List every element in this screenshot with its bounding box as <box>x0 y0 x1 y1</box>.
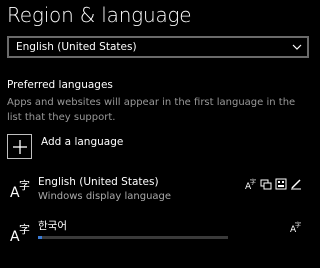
country-region-dropdown[interactable]: English (United States) <box>7 36 309 58</box>
svg-text:字: 字 <box>19 222 30 236</box>
preferred-languages-description: Apps and websites will appear in the fir… <box>7 97 296 123</box>
language-icon: A 字 <box>10 222 30 243</box>
text-to-speech-icon: A 字 <box>290 218 302 235</box>
language-name: 한국어 <box>38 220 67 232</box>
add-language-button[interactable] <box>7 134 32 159</box>
download-progress-bar <box>38 236 228 239</box>
preferred-languages-heading: Preferred languages <box>7 79 113 91</box>
language-name: English (United States) <box>38 176 159 188</box>
keyboard-icon <box>275 175 287 190</box>
plus-icon <box>13 140 27 154</box>
language-features: A 字 <box>290 218 302 235</box>
add-language-label[interactable]: Add a language <box>41 135 123 149</box>
svg-text:字: 字 <box>250 178 256 186</box>
page-title: Region & language <box>7 3 192 27</box>
svg-text:字: 字 <box>19 178 30 192</box>
language-icon: A 字 <box>10 178 30 199</box>
language-subtitle: Windows display language <box>38 191 172 202</box>
handwriting-icon <box>290 175 302 190</box>
text-to-speech-icon: A 字 <box>245 175 257 192</box>
chevron-down-icon <box>292 44 302 50</box>
dropdown-value: English (United States) <box>16 41 137 53</box>
display-language-icon <box>260 175 272 190</box>
language-features: A 字 <box>245 175 302 192</box>
svg-text:字: 字 <box>295 221 301 229</box>
download-progress-fill <box>38 236 42 239</box>
